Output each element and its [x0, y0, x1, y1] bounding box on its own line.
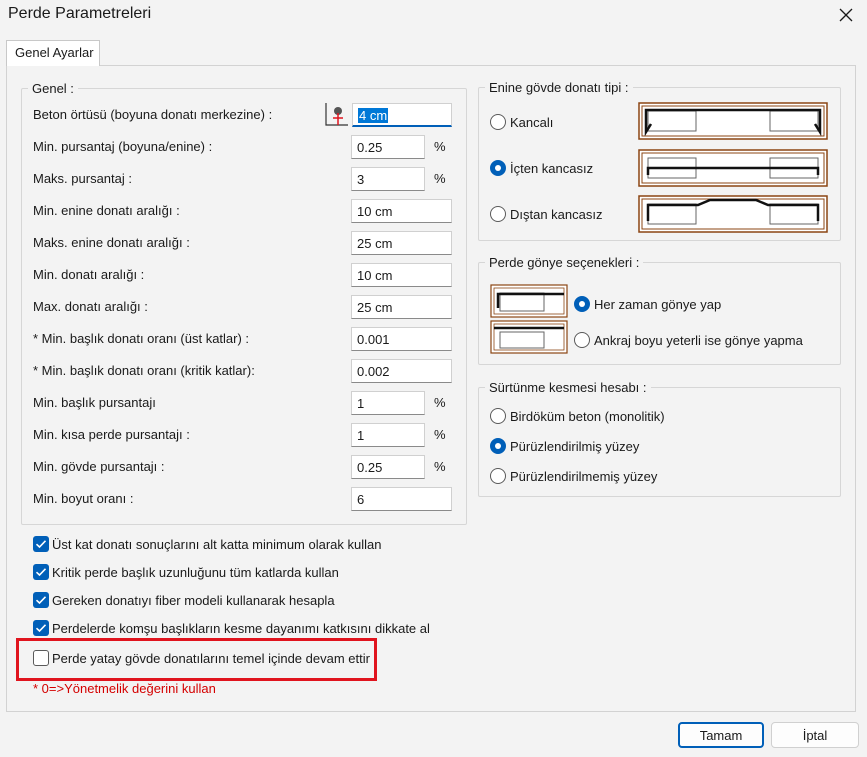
genel-row-input[interactable]: 10 cm	[351, 263, 452, 287]
tab-genel-ayarlar[interactable]: Genel Ayarlar	[6, 40, 100, 66]
radio-birdokum-label[interactable]: Birdöküm beton (monolitik)	[510, 409, 665, 424]
genel-row-label: Min. enine donatı aralığı :	[33, 203, 180, 218]
checkmark-icon	[35, 624, 47, 633]
input-value: 0.25	[357, 460, 383, 475]
radio-her-zaman-gonye-label[interactable]: Her zaman gönye yap	[594, 297, 721, 312]
genel-row-label: * Min. başlık donatı oranı (üst katlar) …	[33, 331, 250, 346]
radio-puruzlendirilmemis-label[interactable]: Pürüzlendirilmemiş yüzey	[510, 469, 657, 484]
radio-her-zaman-gonye[interactable]	[574, 296, 590, 312]
checkbox-temel-icinde[interactable]	[33, 650, 49, 666]
genel-row-input[interactable]: 1	[351, 423, 425, 447]
genel-row-label: Beton örtüsü (boyuna donatı merkezine) :	[33, 107, 273, 122]
genel-row-input[interactable]: 6	[351, 487, 452, 511]
radio-icten-kancasiz[interactable]	[490, 160, 506, 176]
radio-puruzlendirilmis-label[interactable]: Pürüzlendirilmiş yüzey	[510, 439, 639, 454]
genel-row-label: Min. boyut oranı :	[33, 491, 134, 506]
genel-group-title: Genel :	[28, 81, 78, 96]
genel-row-input[interactable]: 0.25	[351, 455, 425, 479]
checkbox-komsu-basliklar-label[interactable]: Perdelerde komşu başlıkların kesme dayan…	[52, 621, 430, 636]
checkbox-kritik-perde-label[interactable]: Kritik perde başlık uzunluğunu tüm katla…	[52, 565, 339, 580]
genel-row-label: Min. gövde pursantajı :	[33, 459, 165, 474]
checkmark-icon	[35, 568, 47, 577]
genel-row-label: Min. pursantaj (boyuna/enine) :	[33, 139, 213, 154]
surtunme-group-title: Sürtünme kesmesi hesabı :	[485, 380, 651, 395]
radio-puruzlendirilmemis[interactable]	[490, 468, 506, 484]
input-value: 1	[357, 428, 365, 443]
checkbox-ust-kat-label[interactable]: Üst kat donatı sonuçlarını alt katta min…	[52, 537, 381, 552]
radio-icten-kancasiz-label[interactable]: İçten kancasız	[510, 161, 593, 176]
genel-row-label: Min. başlık pursantajı	[33, 395, 156, 410]
input-value: 0.001	[357, 332, 390, 347]
genel-row-input[interactable]: 25 cm	[351, 295, 452, 319]
gonye-yapma-diagram	[490, 320, 568, 354]
kancali-diagram[interactable]	[638, 102, 828, 140]
radio-puruzlendirilmis[interactable]	[490, 438, 506, 454]
genel-row-input[interactable]: 25 cm	[351, 231, 452, 255]
ok-button[interactable]: Tamam	[678, 722, 764, 748]
unit-label: %	[434, 139, 446, 154]
genel-row-input[interactable]: 3	[351, 167, 425, 191]
distan-kancasiz-diagram[interactable]	[638, 195, 828, 233]
input-value: 6	[357, 492, 365, 507]
gonye-group-title: Perde gönye seçenekleri :	[485, 255, 644, 270]
genel-row-input[interactable]: 0.002	[351, 359, 452, 383]
close-button[interactable]	[825, 0, 867, 30]
checkmark-icon	[35, 540, 47, 549]
input-value: 10 cm	[357, 268, 393, 283]
genel-row-label: Max. donatı aralığı :	[33, 299, 148, 314]
unit-label: %	[434, 395, 446, 410]
checkbox-ust-kat[interactable]	[33, 536, 49, 552]
gonye-yap-diagram	[490, 284, 568, 318]
checkbox-fiber-modeli[interactable]	[33, 592, 49, 608]
radio-birdokum[interactable]	[490, 408, 506, 424]
enine-group-title: Enine gövde donatı tipi :	[485, 80, 633, 95]
checkmark-icon	[35, 596, 47, 605]
input-value: 1	[357, 396, 365, 411]
icten-kancasiz-diagram[interactable]	[638, 149, 828, 187]
genel-row-label: Maks. enine donatı aralığı :	[33, 235, 190, 250]
genel-row-input[interactable]: 4 cm	[352, 103, 452, 127]
checkbox-temel-icinde-label[interactable]: Perde yatay gövde donatılarını temel içi…	[52, 651, 370, 666]
genel-row-label: Min. donatı aralığı :	[33, 267, 145, 282]
concrete-cover-icon	[324, 101, 350, 127]
radio-distan-kancasiz[interactable]	[490, 206, 506, 222]
checkbox-komsu-basliklar[interactable]	[33, 620, 49, 636]
cancel-button[interactable]: İptal	[771, 722, 859, 748]
input-value: 25 cm	[357, 236, 393, 251]
unit-label: %	[434, 459, 446, 474]
genel-row-label: Min. kısa perde pursantajı :	[33, 427, 190, 442]
input-value: 25 cm	[357, 300, 393, 315]
genel-row-label: Maks. pursantaj :	[33, 171, 132, 186]
unit-label: %	[434, 427, 446, 442]
genel-row-input[interactable]: 0.25	[351, 135, 425, 159]
unit-label: %	[434, 171, 446, 186]
radio-distan-kancasiz-label[interactable]: Dıştan kancasız	[510, 207, 603, 222]
close-icon	[839, 8, 853, 22]
input-value: 0.002	[357, 364, 390, 379]
checkbox-fiber-modeli-label[interactable]: Gereken donatıyı fiber modeli kullanarak…	[52, 593, 335, 608]
input-value: 10 cm	[357, 204, 393, 219]
checkbox-kritik-perde[interactable]	[33, 564, 49, 580]
genel-row-input[interactable]: 1	[351, 391, 425, 415]
genel-row-label: * Min. başlık donatı oranı (kritik katla…	[33, 363, 255, 378]
selected-value: 4 cm	[358, 108, 389, 123]
radio-kancali-label[interactable]: Kancalı	[510, 115, 553, 130]
radio-kancali[interactable]	[490, 114, 506, 130]
radio-gonye-yapma[interactable]	[574, 332, 590, 348]
genel-row-input[interactable]: 0.001	[351, 327, 452, 351]
genel-row-input[interactable]: 10 cm	[351, 199, 452, 223]
window-title: Perde Parametreleri	[8, 5, 152, 22]
input-value: 0.25	[357, 140, 383, 155]
radio-gonye-yapma-label[interactable]: Ankraj boyu yeterli ise gönye yapma	[594, 333, 803, 348]
regulation-note: * 0=>Yönetmelik değerini kullan	[33, 681, 216, 696]
input-value: 3	[357, 172, 365, 187]
